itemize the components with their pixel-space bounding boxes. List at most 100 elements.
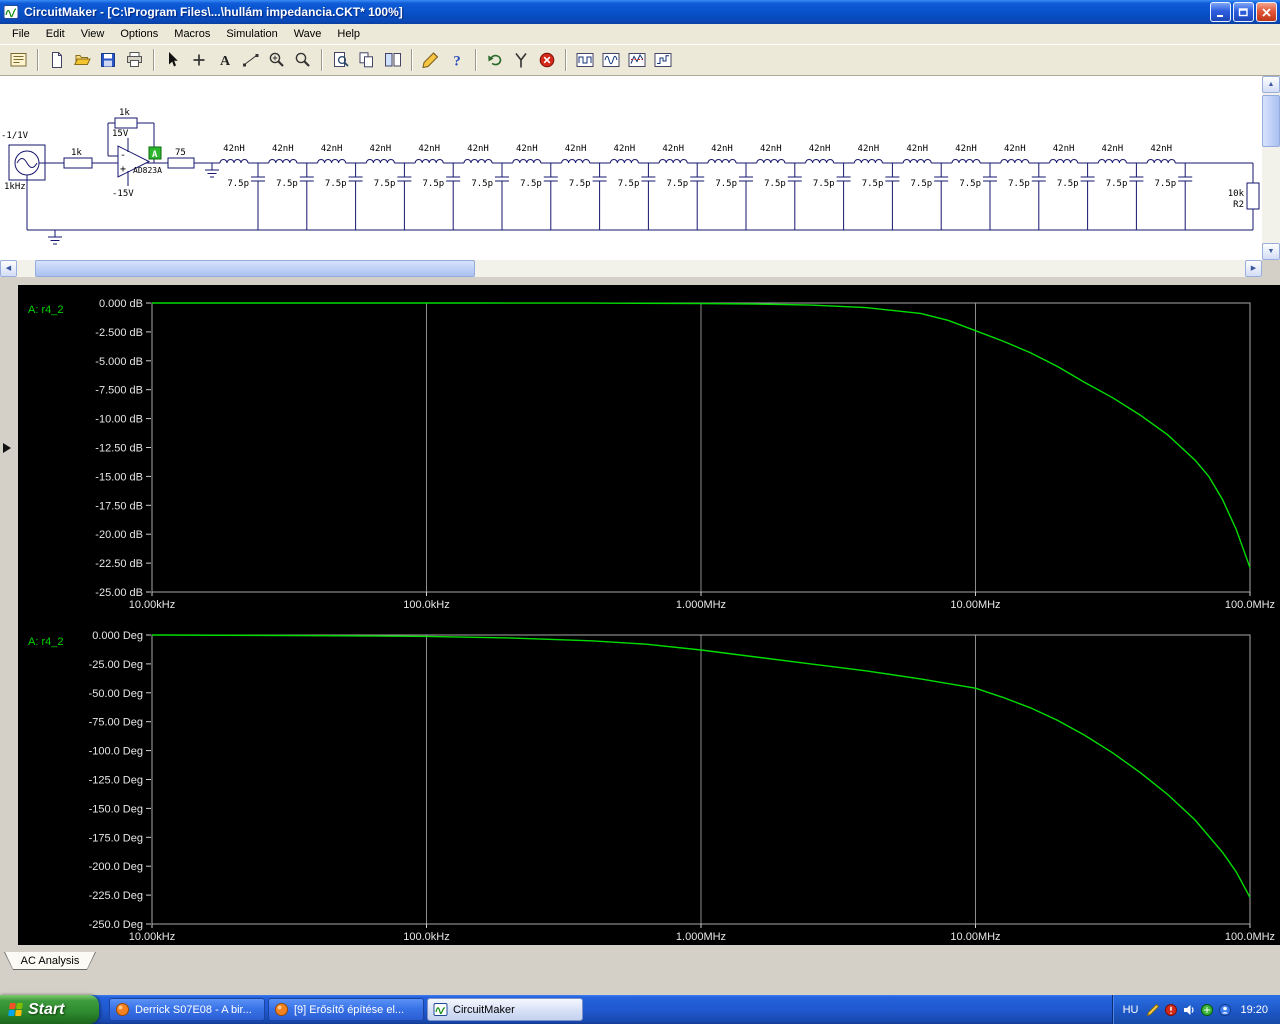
svg-text:-250.0 Deg: -250.0 Deg <box>89 919 143 931</box>
svg-text:7.5p: 7.5p <box>1008 179 1030 189</box>
waveform-analog-icon <box>602 53 620 67</box>
svg-text:42nH: 42nH <box>711 144 733 154</box>
menu-wave[interactable]: Wave <box>286 25 330 43</box>
menu-options[interactable]: Options <box>112 25 166 43</box>
svg-text:R2: R2 <box>1233 200 1244 210</box>
print-button[interactable] <box>122 48 148 72</box>
svg-text:-7.500 dB: -7.500 dB <box>95 385 143 397</box>
maximize-button[interactable] <box>1233 2 1254 22</box>
analysis-tab-row: AC Analysis <box>0 952 1280 974</box>
svg-text:-: - <box>120 150 126 161</box>
svg-text:0.000 Deg: 0.000 Deg <box>92 630 143 642</box>
menu-help[interactable]: Help <box>329 25 368 43</box>
hscroll-track[interactable] <box>17 260 1245 277</box>
svg-text:A: A <box>220 54 231 69</box>
tray-volume-icon[interactable] <box>1182 1003 1196 1017</box>
clock[interactable]: 19:20 <box>1240 1004 1268 1016</box>
schematic-canvas[interactable]: -1/1V 1kHz 1k - +15V -15V 1k AD823A A 75 42nH 7.5p 4… <box>0 76 1262 260</box>
menu-simulation[interactable]: Simulation <box>218 25 285 43</box>
tray-network-icon[interactable] <box>1200 1003 1214 1017</box>
help-icon: ? <box>453 54 461 70</box>
tile-windows-button[interactable] <box>380 48 406 72</box>
schematic-vertical-scrollbar[interactable]: ▲ ▼ <box>1262 76 1280 260</box>
hscroll-thumb[interactable] <box>35 260 475 277</box>
svg-text:0.000 dB: 0.000 dB <box>99 298 143 310</box>
svg-text:15V: 15V <box>112 129 129 139</box>
tray-pencil-icon[interactable] <box>1146 1003 1160 1017</box>
language-indicator[interactable]: HU <box>1123 1004 1139 1016</box>
svg-text:42nH: 42nH <box>467 144 489 154</box>
pane-splitter-arrow-icon[interactable] <box>3 443 11 453</box>
scroll-up-button[interactable]: ▲ <box>1262 76 1280 93</box>
scroll-left-button[interactable]: ◀ <box>0 260 17 277</box>
close-button[interactable] <box>1256 2 1277 22</box>
open-file-icon <box>74 55 91 65</box>
waveform-digital-button[interactable] <box>572 48 598 72</box>
svg-text:1kHz: 1kHz <box>4 182 26 192</box>
wire-tool-icon <box>243 54 259 67</box>
edit-simulation-button[interactable] <box>418 48 444 72</box>
zoom-in-tool-button[interactable] <box>264 48 290 72</box>
task-label: Derrick S07E08 - A bir... <box>135 1003 252 1016</box>
svg-text:-150.0 Deg: -150.0 Deg <box>89 803 143 815</box>
taskbar-task-circuitmaker[interactable]: CircuitMaker <box>427 998 583 1021</box>
zoom-tool-button[interactable] <box>290 48 316 72</box>
svg-text:10.00MHz: 10.00MHz <box>950 931 1000 943</box>
menu-file[interactable]: File <box>4 25 38 43</box>
status-gap <box>0 974 1280 995</box>
svg-text:7.5p: 7.5p <box>1057 179 1079 189</box>
waveform-mixed-button[interactable] <box>624 48 650 72</box>
toolbar-separator <box>411 49 413 71</box>
reset-simulation-button[interactable] <box>482 48 508 72</box>
menu-view[interactable]: View <box>73 25 113 43</box>
browse-schematic-button[interactable] <box>6 48 32 72</box>
svg-text:-25.00 dB: -25.00 dB <box>95 587 143 599</box>
scroll-right-button[interactable]: ▶ <box>1245 260 1262 277</box>
start-button[interactable]: Start <box>0 995 99 1024</box>
svg-text:100.0MHz: 100.0MHz <box>1225 599 1275 611</box>
stop-simulation-button[interactable] <box>534 48 560 72</box>
svg-text:-175.0 Deg: -175.0 Deg <box>89 832 143 844</box>
waveform-analog-button[interactable] <box>598 48 624 72</box>
preview-button[interactable] <box>328 48 354 72</box>
tray-alert-icon[interactable] <box>1164 1003 1178 1017</box>
svg-text:-125.0 Deg: -125.0 Deg <box>89 775 143 787</box>
tab-ac-analysis[interactable]: AC Analysis <box>4 952 96 970</box>
svg-text:-15V: -15V <box>112 189 134 199</box>
svg-text:42nH: 42nH <box>1004 144 1026 154</box>
svg-text:A: A <box>152 150 158 160</box>
save-file-button[interactable] <box>96 48 122 72</box>
taskbar-task-9-er-s-t-p-t-se-el[interactable]: [9] Erősítő építése el... <box>268 998 424 1021</box>
probe-tool-button[interactable] <box>508 48 534 72</box>
waveform-step-button[interactable] <box>650 48 676 72</box>
svg-text:-5.000 dB: -5.000 dB <box>95 356 143 368</box>
new-file-button[interactable] <box>44 48 70 72</box>
svg-text:-100.0 Deg: -100.0 Deg <box>89 746 143 758</box>
menu-edit[interactable]: Edit <box>38 25 73 43</box>
tray-messenger-icon[interactable] <box>1218 1003 1232 1017</box>
text-tool-button[interactable]: A <box>212 48 238 72</box>
vscroll-track[interactable] <box>1262 93 1280 243</box>
minimize-button[interactable] <box>1210 2 1231 22</box>
svg-text:42nH: 42nH <box>809 144 831 154</box>
title-bar: CircuitMaker - [C:\Program Files\...\hul… <box>0 0 1280 24</box>
help-button[interactable]: ? <box>444 48 470 72</box>
browse-schematic-icon <box>10 53 27 67</box>
svg-text:42nH: 42nH <box>565 144 587 154</box>
taskbar-task-derrick-s07e08-a-bir[interactable]: Derrick S07E08 - A bir... <box>109 998 265 1021</box>
wire-tool-button[interactable] <box>238 48 264 72</box>
preview-icon <box>334 52 349 67</box>
open-file-button[interactable] <box>70 48 96 72</box>
copy-button[interactable] <box>354 48 380 72</box>
place-part-button[interactable] <box>186 48 212 72</box>
vscroll-thumb[interactable] <box>1262 95 1280 147</box>
schematic-horizontal-scrollbar[interactable]: ◀ ▶ <box>0 260 1280 277</box>
circuitmaker-task-icon <box>433 1003 448 1016</box>
menu-macros[interactable]: Macros <box>166 25 218 43</box>
scroll-down-button[interactable]: ▼ <box>1262 243 1280 260</box>
select-tool-button[interactable] <box>160 48 186 72</box>
svg-text:100.0kHz: 100.0kHz <box>403 931 449 943</box>
plot-canvas[interactable]: 0.000 dB -2.500 dB -5.000 dB -7.500 dB -10.0… <box>18 285 1280 945</box>
media-player-icon <box>116 1003 129 1016</box>
place-part-icon <box>193 54 205 66</box>
